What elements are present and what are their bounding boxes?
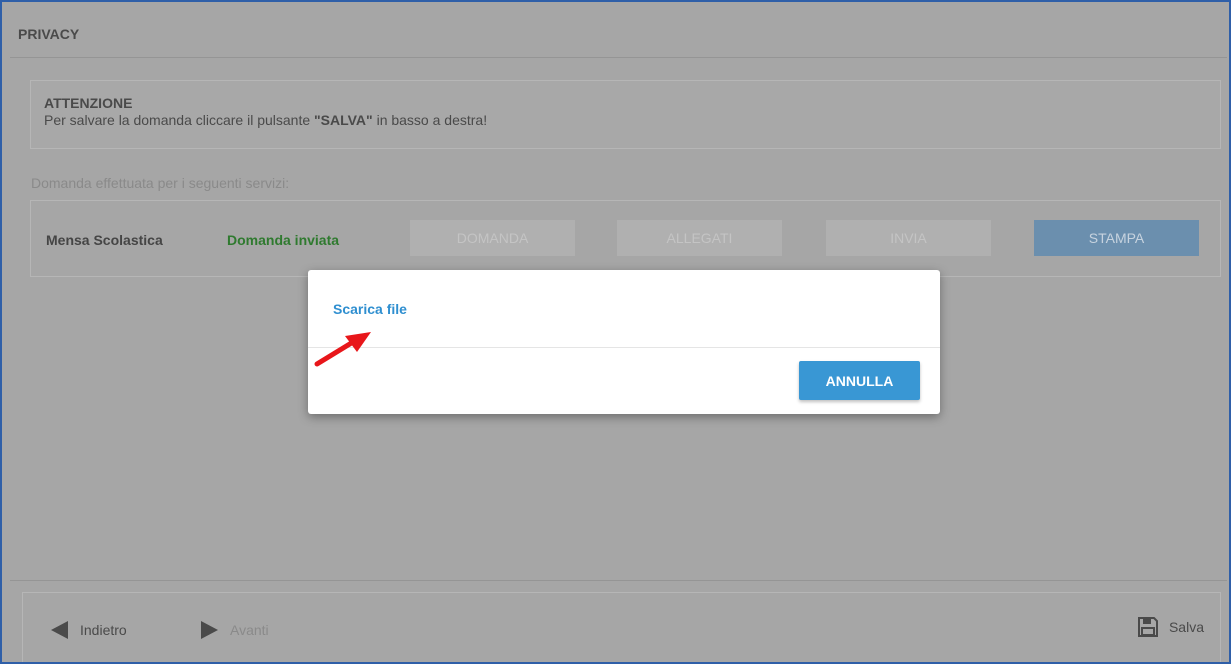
dialog-divider (308, 347, 940, 348)
floppy-disk-icon (1137, 617, 1158, 637)
download-file-link[interactable]: Scarica file (333, 301, 407, 317)
download-dialog: Scarica file ANNULLA (308, 270, 940, 414)
alert-title: ATTENZIONE (44, 95, 133, 111)
domanda-button[interactable]: DOMANDA (410, 220, 575, 256)
save-button[interactable]: Salva (1137, 617, 1204, 637)
annotation-arrow-icon (314, 332, 371, 367)
alert-text-bold: "SALVA" (314, 112, 373, 128)
page-header: PRIVACY (10, 10, 1227, 58)
next-button[interactable]: Avanti (201, 621, 269, 639)
footer-divider (10, 580, 1227, 581)
service-row: Mensa Scolastica Domanda inviata DOMANDA… (30, 200, 1221, 277)
alert-text: Per salvare la domanda cliccare il pulsa… (44, 112, 1208, 128)
allegati-button[interactable]: ALLEGATI (617, 220, 782, 256)
service-status: Domanda inviata (227, 232, 340, 248)
page-title: PRIVACY (18, 25, 80, 42)
service-name: Mensa Scolastica (46, 232, 163, 248)
cancel-button[interactable]: ANNULLA (799, 361, 920, 400)
triangle-right-icon (201, 621, 218, 639)
alert-text-after: in basso a destra! (372, 112, 488, 128)
stampa-button[interactable]: STAMPA (1034, 220, 1199, 256)
triangle-left-icon (51, 621, 68, 639)
back-label: Indietro (80, 622, 127, 638)
services-label: Domanda effettuata per i seguenti serviz… (31, 175, 290, 191)
attention-alert: ATTENZIONE Per salvare la domanda clicca… (30, 80, 1221, 149)
save-label: Salva (1168, 619, 1204, 635)
next-label: Avanti (230, 622, 269, 638)
back-button[interactable]: Indietro (51, 621, 127, 639)
footer-nav: Indietro Avanti Salva (22, 592, 1221, 662)
invia-button[interactable]: INVIA (826, 220, 991, 256)
alert-text-before: Per salvare la domanda cliccare il pulsa… (44, 112, 315, 128)
